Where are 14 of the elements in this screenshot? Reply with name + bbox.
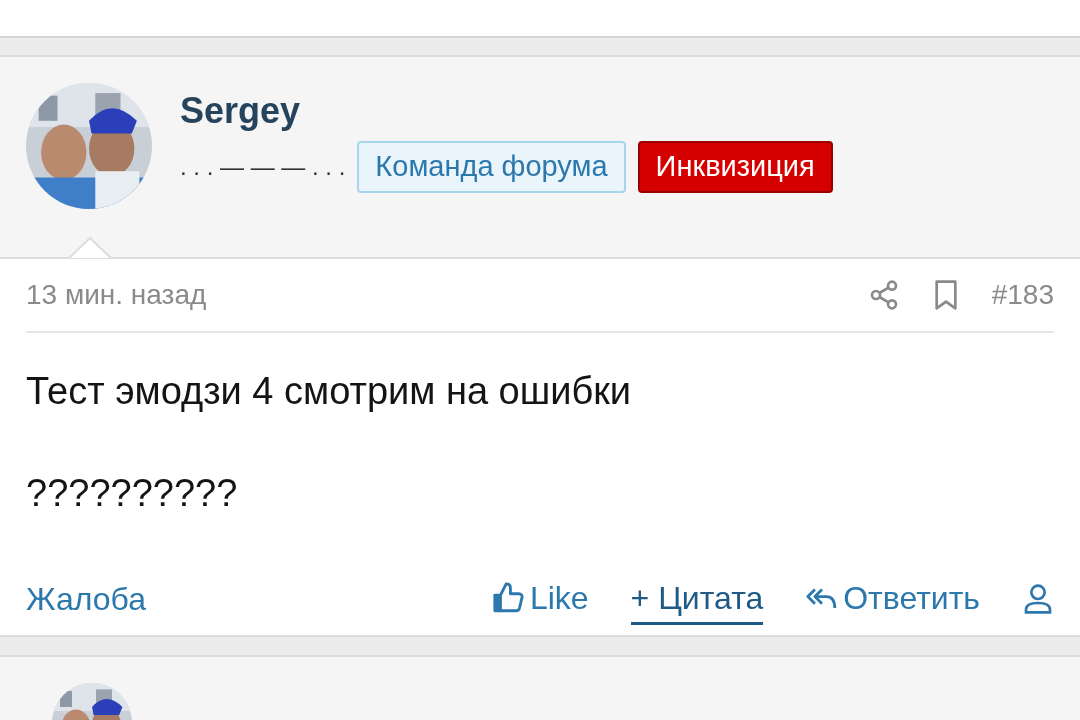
post-time[interactable]: 13 мин. назад xyxy=(26,274,207,316)
action-link[interactable]: Like xyxy=(491,573,589,625)
user-title: . . . — — — . . . xyxy=(180,152,346,182)
user-icon[interactable] xyxy=(1022,582,1054,616)
author-name[interactable]: Sergey xyxy=(180,87,833,135)
post-text: ?????????? xyxy=(26,471,239,516)
action-link[interactable]: + Цитата xyxy=(630,573,764,625)
post-text: Тест эмодзи 4 смотрим на ошибки xyxy=(26,369,633,414)
thumbs-up-icon xyxy=(491,580,526,615)
report-link[interactable]: Жалоба xyxy=(26,575,146,623)
user-badge: Команда форума xyxy=(357,141,626,193)
action-link[interactable]: Ответить xyxy=(805,573,980,625)
post-number[interactable]: #183 xyxy=(991,274,1054,316)
user-badge: Инквизиция xyxy=(637,141,833,193)
